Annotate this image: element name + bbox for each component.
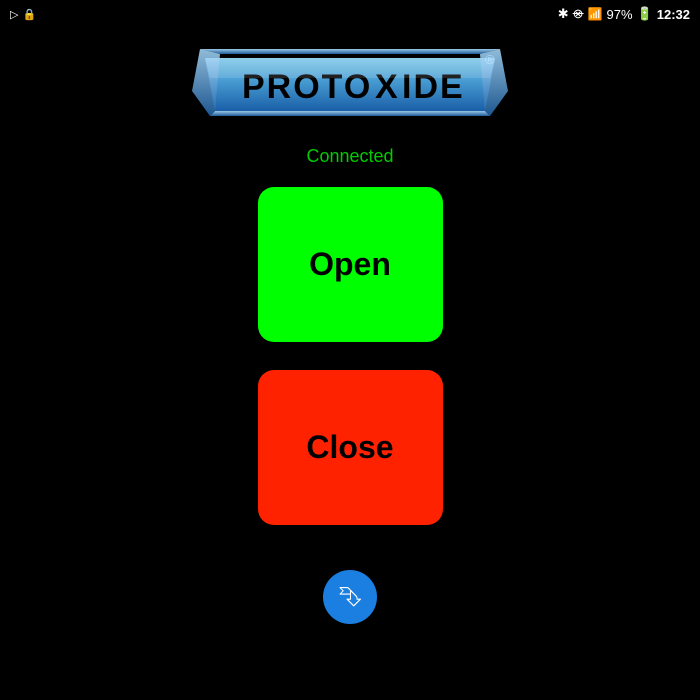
open-button[interactable]: Open xyxy=(258,187,443,342)
open-button-label: Open xyxy=(309,246,391,283)
play-icon: ▷ xyxy=(10,8,18,21)
battery-icon: 🔋 xyxy=(637,6,653,22)
lock-icon: 🔒 xyxy=(22,8,36,21)
battery-percent: 97% xyxy=(607,7,633,22)
close-button-label: Close xyxy=(306,429,393,466)
main-content: PROTO X IDE ® Connected Open Close ⮷ xyxy=(0,28,700,700)
signal-icon: 📶 xyxy=(588,7,603,21)
close-button[interactable]: Close xyxy=(258,370,443,525)
bluetooth-icon: ⮷ xyxy=(339,583,361,611)
status-bar: ▷ 🔒 ✱ ⊗ 📶 97% 🔋 12:32 xyxy=(0,0,700,28)
status-right-icons: ✱ ⊗ 📶 97% 🔋 12:32 xyxy=(558,6,690,22)
bluetooth-button[interactable]: ⮷ xyxy=(323,570,377,624)
status-left-icons: ▷ 🔒 xyxy=(10,8,36,21)
connection-status: Connected xyxy=(306,146,393,167)
logo-container: PROTO X IDE ® xyxy=(190,46,510,126)
protoxide-logo: PROTO X IDE ® xyxy=(190,46,510,121)
no-sim-icon: ⊗ xyxy=(573,6,584,22)
status-time: 12:32 xyxy=(657,7,690,22)
bluetooth-status-icon: ✱ xyxy=(558,6,569,22)
